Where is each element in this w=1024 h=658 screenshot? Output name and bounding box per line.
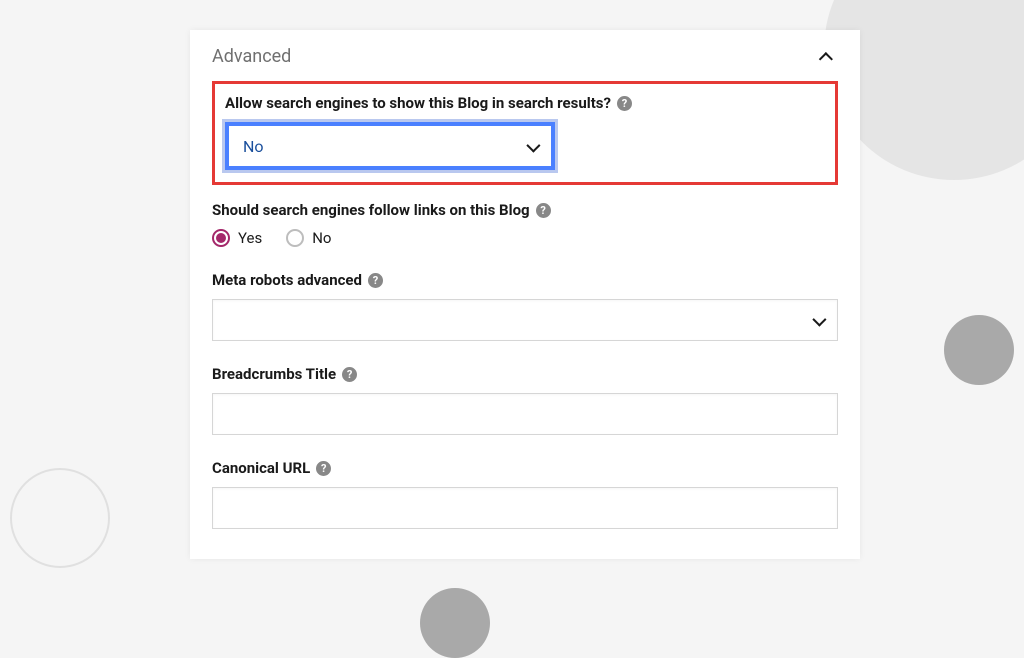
decorative-circle bbox=[420, 588, 490, 658]
meta-robots-select[interactable] bbox=[212, 299, 838, 341]
decorative-circle bbox=[944, 315, 1014, 385]
radio-label: No bbox=[312, 229, 331, 247]
advanced-panel: Advanced Allow search engines to show th… bbox=[190, 30, 860, 559]
chevron-down-icon bbox=[527, 136, 537, 157]
follow-links-no-radio[interactable]: No bbox=[286, 229, 331, 247]
select-value: No bbox=[243, 137, 264, 156]
collapse-toggle[interactable] bbox=[818, 47, 838, 67]
canonical-url-group: Canonical URL ? bbox=[212, 459, 838, 529]
highlight-box: Allow search engines to show this Blog i… bbox=[212, 81, 838, 185]
label-text: Allow search engines to show this Blog i… bbox=[225, 94, 611, 112]
breadcrumbs-title-label: Breadcrumbs Title ? bbox=[212, 365, 838, 383]
help-icon[interactable]: ? bbox=[342, 367, 357, 382]
radio-dot bbox=[216, 233, 226, 243]
allow-search-select-wrapper: No bbox=[225, 122, 555, 170]
help-icon[interactable]: ? bbox=[368, 273, 383, 288]
help-icon[interactable]: ? bbox=[536, 203, 551, 218]
panel-body: Allow search engines to show this Blog i… bbox=[190, 81, 860, 559]
breadcrumbs-title-group: Breadcrumbs Title ? bbox=[212, 365, 838, 435]
radio-label: Yes bbox=[238, 229, 262, 247]
label-text: Meta robots advanced bbox=[212, 271, 362, 289]
canonical-url-label: Canonical URL ? bbox=[212, 459, 838, 477]
chevron-up-icon bbox=[819, 52, 833, 66]
meta-robots-group: Meta robots advanced ? bbox=[212, 271, 838, 341]
follow-links-group: Should search engines follow links on th… bbox=[212, 201, 838, 247]
follow-links-radio-row: Yes No bbox=[212, 229, 838, 247]
radio-icon bbox=[286, 229, 304, 247]
canonical-url-input[interactable] bbox=[212, 487, 838, 529]
help-icon[interactable]: ? bbox=[316, 461, 331, 476]
follow-links-label: Should search engines follow links on th… bbox=[212, 201, 838, 219]
label-text: Canonical URL bbox=[212, 459, 310, 477]
follow-links-yes-radio[interactable]: Yes bbox=[212, 229, 262, 247]
allow-search-label: Allow search engines to show this Blog i… bbox=[225, 94, 825, 112]
allow-search-select[interactable]: No bbox=[225, 122, 555, 170]
panel-header: Advanced bbox=[190, 30, 860, 81]
breadcrumbs-title-input[interactable] bbox=[212, 393, 838, 435]
label-text: Should search engines follow links on th… bbox=[212, 201, 530, 219]
radio-icon bbox=[212, 229, 230, 247]
meta-robots-label: Meta robots advanced ? bbox=[212, 271, 838, 289]
panel-title: Advanced bbox=[212, 46, 291, 67]
chevron-down-icon bbox=[813, 310, 823, 331]
label-text: Breadcrumbs Title bbox=[212, 365, 336, 383]
help-icon[interactable]: ? bbox=[617, 96, 632, 111]
decorative-circle bbox=[10, 468, 110, 568]
